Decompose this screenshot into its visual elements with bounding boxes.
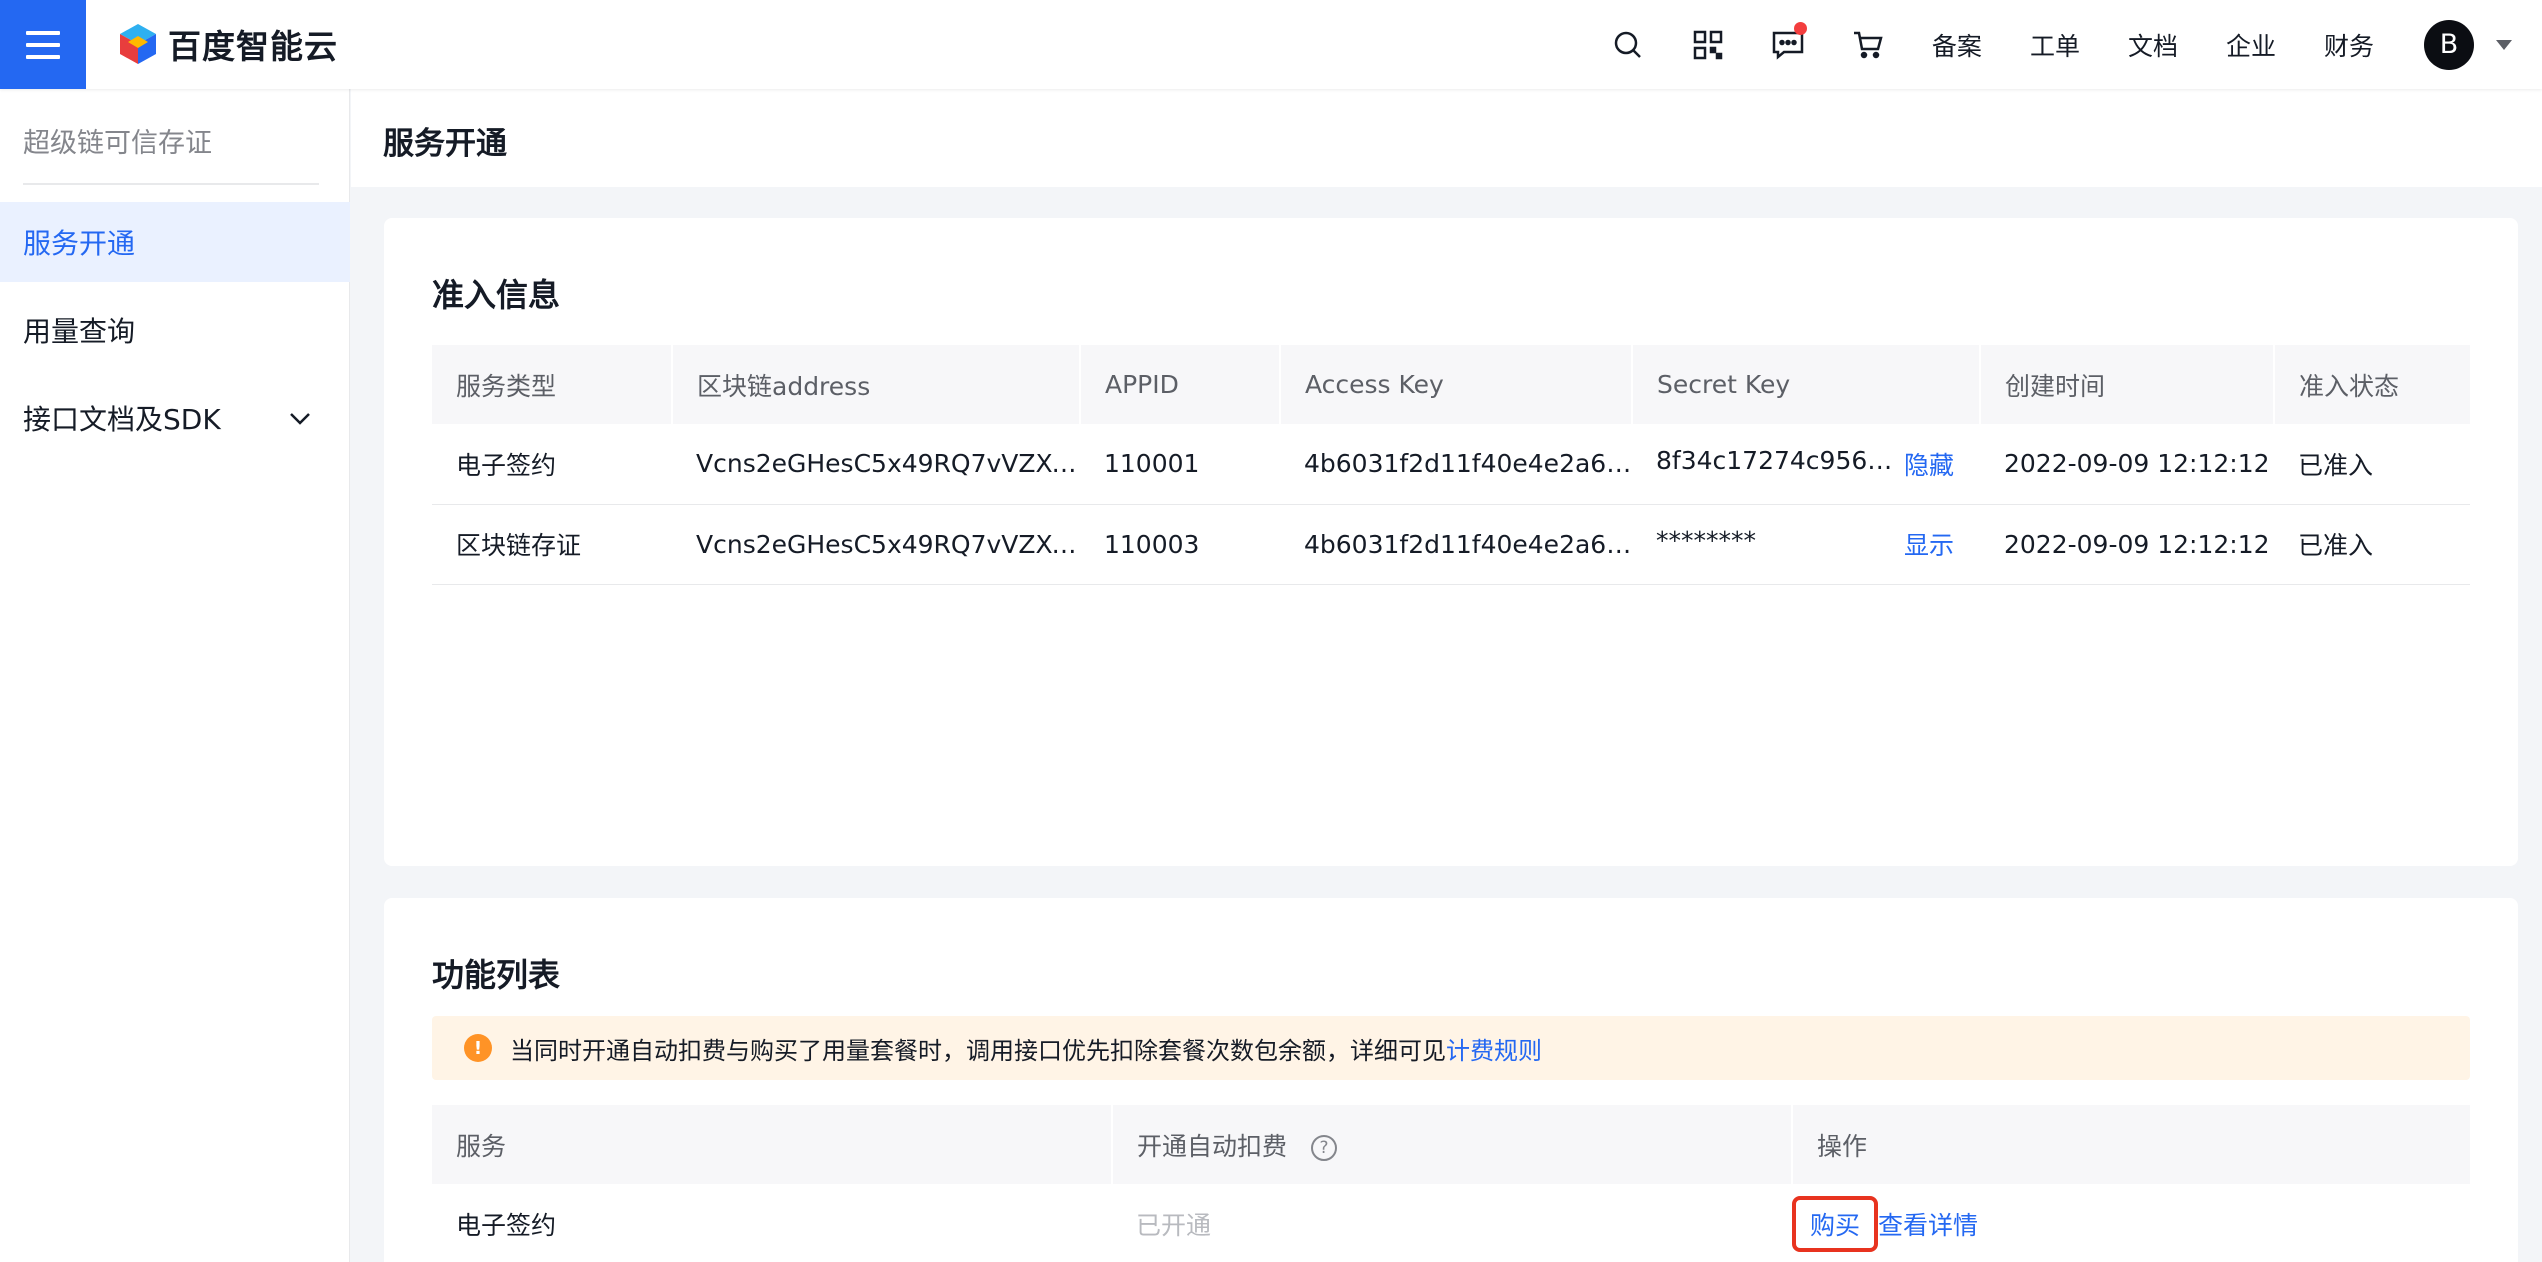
table-row: 电子签约 已开通 购买 查看详情 <box>432 1184 2470 1262</box>
cell-secret-key: 8f34c17274c95631... 隐藏 <box>1632 424 1980 505</box>
billing-notice: ! 当同时开通自动扣费与购买了用量套餐时，调用接口优先扣除套餐次数包余额，详细可… <box>432 1016 2470 1080</box>
top-nav: 备案 工单 文档 企业 财务 B <box>1588 0 2542 89</box>
column-header: 开通自动扣费 ? <box>1112 1105 1793 1184</box>
cell-auto-pay-status: 已开通 <box>1112 1184 1792 1262</box>
hamburger-icon <box>26 30 60 59</box>
column-header: Access Key <box>1280 345 1633 424</box>
notice-text: 当同时开通自动扣费与购买了用量套餐时，调用接口优先扣除套餐次数包余额，详细可见 <box>510 1036 1446 1065</box>
sidebar-item-label: 服务开通 <box>23 227 136 260</box>
hide-secret-link[interactable]: 隐藏 <box>1904 446 1954 482</box>
message-button[interactable] <box>1748 0 1828 89</box>
cell-created: 2022-09-09 12:12:12 <box>1980 424 2274 505</box>
column-header: 准入状态 <box>2274 345 2470 424</box>
sidebar-divider <box>23 183 319 185</box>
search-button[interactable] <box>1588 0 1668 89</box>
sidebar-title: 超级链可信存证 <box>23 128 212 159</box>
buy-button[interactable]: 购买 <box>1792 1195 1879 1252</box>
cell-access-key: 4b6031f2d11f40e4e2a641... <box>1280 504 1632 585</box>
table-row: 电子签约 Vcns2eGHesC5x49RQ7vVZXe... 110001 4… <box>432 424 2470 505</box>
top-bar: 百度智能云 备案 工单 文档 企业 财务 B <box>0 0 2542 89</box>
user-avatar[interactable]: B <box>2424 19 2474 70</box>
nav-link-filing[interactable]: 备案 <box>1908 27 2006 63</box>
warning-icon: ! <box>464 1034 492 1062</box>
column-header: APPID <box>1080 345 1281 424</box>
view-details-link[interactable]: 查看详情 <box>1878 1211 1978 1240</box>
feature-list-card: 功能列表 ! 当同时开通自动扣费与购买了用量套餐时，调用接口优先扣除套餐次数包余… <box>384 898 2518 1262</box>
baidu-cloud-logo-icon <box>120 24 156 64</box>
sidebar-item-label: 用量查询 <box>23 315 136 348</box>
cell-status: 已准入 <box>2274 424 2470 505</box>
chevron-down-icon <box>290 413 310 425</box>
cart-icon <box>1853 31 1883 58</box>
cell-status: 已准入 <box>2274 504 2470 585</box>
nav-link-finance[interactable]: 财务 <box>2300 27 2398 63</box>
sidebar-item-label: 接口文档及SDK <box>23 403 221 436</box>
column-header-label: 开通自动扣费 <box>1137 1131 1288 1161</box>
cell-secret-key: ******** 显示 <box>1632 504 1980 585</box>
column-header: Secret Key <box>1632 345 1981 424</box>
help-icon[interactable]: ? <box>1310 1134 1337 1161</box>
column-header: 操作 <box>1792 1105 2470 1184</box>
secret-key-value: ******** <box>1656 526 1756 555</box>
search-icon <box>1614 31 1641 58</box>
table-row: 区块链存证 Vcns2eGHesC5x49RQ7vVZXe... 110003 … <box>432 504 2470 585</box>
caret-down-icon[interactable] <box>2496 39 2512 50</box>
feature-table: 服务 开通自动扣费 ? 操作 电子签约 已开通 购买 查看详情 <box>432 1105 2470 1262</box>
cell-appid: 110001 <box>1080 424 1280 505</box>
cell-address: Vcns2eGHesC5x49RQ7vVZXe... <box>672 424 1080 505</box>
table-header-row: 服务 开通自动扣费 ? 操作 <box>432 1105 2470 1184</box>
billing-rules-link[interactable]: 计费规则 <box>1446 1031 1542 1066</box>
cell-service: 电子签约 <box>432 1184 1112 1262</box>
feature-list-title: 功能列表 <box>432 956 561 994</box>
sidebar: 超级链可信存证 服务开通 用量查询 接口文档及SDK <box>0 89 350 1262</box>
sidebar-item-api-docs[interactable]: 接口文档及SDK <box>0 378 350 458</box>
column-header: 创建时间 <box>1980 345 2275 424</box>
cell-service: 电子签约 <box>432 424 672 505</box>
secret-key-value: 8f34c17274c95631... <box>1656 445 1896 475</box>
access-info-title: 准入信息 <box>432 276 561 314</box>
page-header: 服务开通 <box>351 89 2542 187</box>
cell-appid: 110003 <box>1080 504 1280 585</box>
nav-link-ticket[interactable]: 工单 <box>2006 27 2104 63</box>
nav-link-docs[interactable]: 文档 <box>2104 27 2202 63</box>
cell-service: 区块链存证 <box>432 504 672 585</box>
cell-created: 2022-09-09 12:12:12 <box>1980 504 2274 585</box>
cell-address: Vcns2eGHesC5x49RQ7vVZXe... <box>672 504 1080 585</box>
sidebar-item-service-activation[interactable]: 服务开通 <box>0 202 350 282</box>
cell-actions: 购买 查看详情 <box>1792 1184 2470 1262</box>
qrcode-icon <box>1693 30 1723 59</box>
column-header: 服务类型 <box>432 345 673 424</box>
show-secret-link[interactable]: 显示 <box>1904 526 1954 562</box>
column-header: 区块链address <box>672 345 1081 424</box>
cart-button[interactable] <box>1828 0 1908 89</box>
column-header: 服务 <box>432 1105 1113 1184</box>
logo[interactable]: 百度智能云 <box>118 20 338 68</box>
qrcode-button[interactable] <box>1668 0 1748 89</box>
menu-button[interactable] <box>0 0 86 89</box>
access-info-card: 准入信息 服务类型 区块链address APPID Access Key Se… <box>384 218 2518 866</box>
logo-text: 百度智能云 <box>168 27 338 66</box>
nav-link-enterprise[interactable]: 企业 <box>2202 27 2300 63</box>
cell-access-key: 4b6031f2d11f40e4e2a641... <box>1280 424 1632 505</box>
notification-dot <box>1793 22 1807 35</box>
sidebar-item-usage-query[interactable]: 用量查询 <box>0 290 350 370</box>
access-info-table: 服务类型 区块链address APPID Access Key Secret … <box>432 345 2470 585</box>
table-header-row: 服务类型 区块链address APPID Access Key Secret … <box>432 345 2470 424</box>
page-title: 服务开通 <box>383 126 507 162</box>
